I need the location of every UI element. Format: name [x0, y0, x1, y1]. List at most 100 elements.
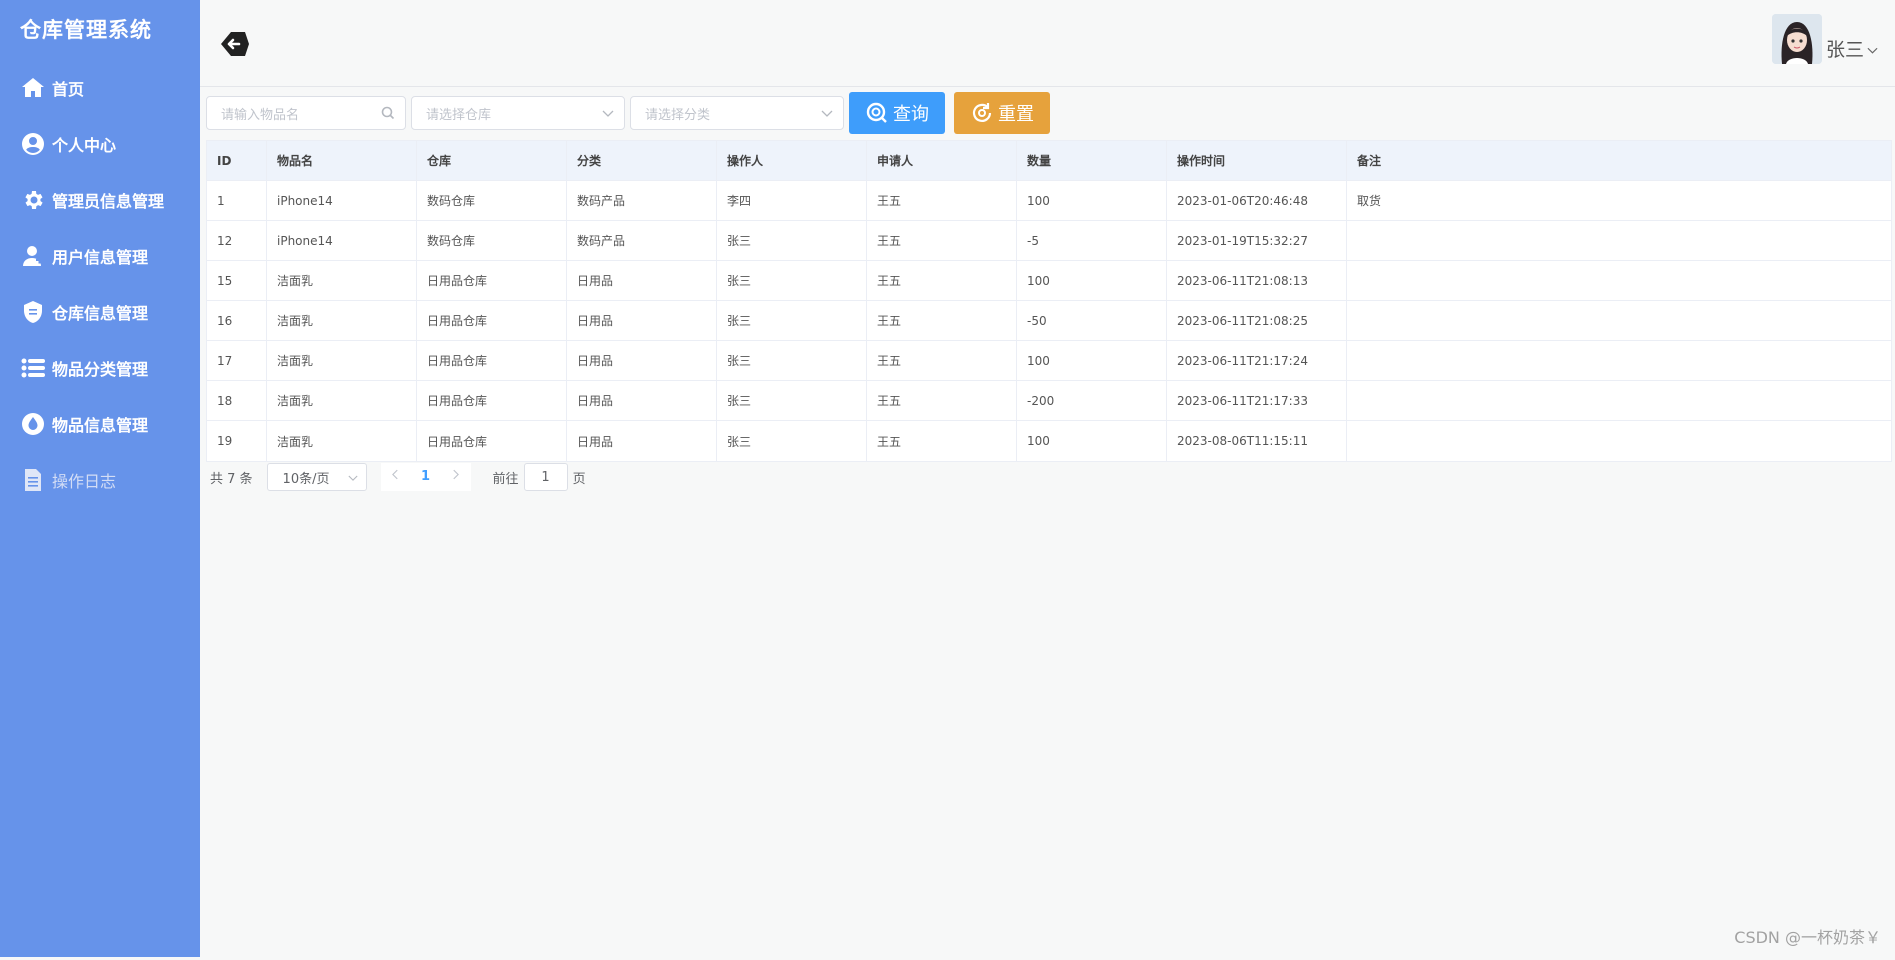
search-icon: [381, 106, 395, 124]
table-row[interactable]: 19 洁面乳 日用品仓库 日用品 张三 王五 100 2023-08-06T11…: [207, 421, 1891, 461]
table-row[interactable]: 15 洁面乳 日用品仓库 日用品 张三 王五 100 2023-06-11T21…: [207, 261, 1891, 301]
refresh-icon: [972, 103, 992, 122]
table-cell: [1347, 341, 1891, 380]
table-cell: 王五: [867, 301, 1017, 340]
next-page-icon[interactable]: [441, 463, 471, 491]
log-table: ID 物品名 仓库 分类 操作人 申请人 数量 操作时间 备注 1 iPhone…: [206, 140, 1892, 462]
table-cell: 王五: [867, 341, 1017, 380]
search-bar: 请输入物品名 请选择仓库 请选择分类 查询 重置: [206, 92, 1050, 134]
goto-page: 前往 1 页: [493, 463, 586, 491]
table-cell: 2023-01-19T15:32:27: [1167, 221, 1347, 260]
sidebar-item-goods[interactable]: 物品信息管理: [0, 396, 200, 452]
shield-icon: [20, 299, 46, 325]
sidebar-item-label: 物品信息管理: [52, 416, 149, 435]
sidebar-item-home[interactable]: 首页: [0, 60, 200, 116]
table-cell: 2023-08-06T11:15:11: [1167, 421, 1347, 461]
column-header[interactable]: 数量: [1017, 141, 1167, 180]
table-row[interactable]: 1 iPhone14 数码仓库 数码产品 李四 王五 100 2023-01-0…: [207, 181, 1891, 221]
total-count: 共 7 条: [210, 471, 253, 487]
table-cell: 数码产品: [567, 181, 717, 220]
table-cell: 日用品: [567, 261, 717, 300]
table-cell: 2023-06-11T21:17:24: [1167, 341, 1347, 380]
table-cell: 16: [207, 301, 267, 340]
table-cell: 张三: [717, 221, 867, 260]
table-cell: 数码仓库: [417, 221, 567, 260]
warehouse-placeholder: 请选择仓库: [426, 107, 492, 123]
table-cell: 张三: [717, 261, 867, 300]
document-icon: [20, 467, 46, 493]
table-cell: 张三: [717, 341, 867, 380]
table-cell: 100: [1017, 181, 1167, 220]
table-cell: iPhone14: [267, 181, 417, 220]
table-cell: 100: [1017, 341, 1167, 380]
table-cell: 2023-06-11T21:17:33: [1167, 381, 1347, 420]
table-cell: 日用品: [567, 301, 717, 340]
table-cell: iPhone14: [267, 221, 417, 260]
table-cell: 洁面乳: [267, 381, 417, 420]
table-row[interactable]: 12 iPhone14 数码仓库 数码产品 张三 王五 -5 2023-01-1…: [207, 221, 1891, 261]
table-cell: 洁面乳: [267, 421, 417, 461]
pagination: 共 7 条 10条/页 1 前往 1 页: [210, 463, 586, 491]
goto-page-input[interactable]: 1: [523, 463, 568, 491]
table-cell: 数码仓库: [417, 181, 567, 220]
column-header[interactable]: ID: [207, 141, 267, 180]
user-circle-icon: [20, 131, 46, 157]
warehouse-select[interactable]: 请选择仓库: [411, 96, 625, 130]
table-row[interactable]: 17 洁面乳 日用品仓库 日用品 张三 王五 100 2023-06-11T21…: [207, 341, 1891, 381]
query-label: 查询: [893, 104, 929, 125]
table-cell: 100: [1017, 421, 1167, 461]
table-cell: 洁面乳: [267, 341, 417, 380]
table-cell: 19: [207, 421, 267, 461]
user-dropdown[interactable]: 张三: [1771, 14, 1878, 64]
table-row[interactable]: 18 洁面乳 日用品仓库 日用品 张三 王五 -200 2023-06-11T2…: [207, 381, 1891, 421]
column-header[interactable]: 操作时间: [1167, 141, 1347, 180]
table-cell: 数码产品: [567, 221, 717, 260]
prev-page-icon[interactable]: [381, 463, 411, 491]
list-icon: [20, 355, 46, 381]
table-cell: [1347, 301, 1891, 340]
category-select[interactable]: 请选择分类: [630, 96, 844, 130]
column-header[interactable]: 分类: [567, 141, 717, 180]
item-name-input[interactable]: 请输入物品名: [206, 96, 406, 130]
column-header[interactable]: 仓库: [417, 141, 567, 180]
sidebar-item-label: 仓库信息管理: [52, 304, 149, 323]
chevron-down-icon: [347, 471, 358, 486]
sidebar-item-category[interactable]: 物品分类管理: [0, 340, 200, 396]
goto-label: 前往: [492, 471, 519, 487]
column-header[interactable]: 申请人: [867, 141, 1017, 180]
back-arrow-icon[interactable]: [219, 28, 251, 60]
column-header[interactable]: 备注: [1347, 141, 1891, 180]
page-number-current[interactable]: 1: [411, 463, 441, 491]
table-cell: [1347, 381, 1891, 420]
table-cell: 张三: [717, 301, 867, 340]
sidebar-item-label: 用户信息管理: [52, 248, 149, 267]
column-header[interactable]: 物品名: [267, 141, 417, 180]
sidebar-item-users[interactable]: 用户信息管理: [0, 228, 200, 284]
sidebar: 仓库管理系统 首页 个人中心 管理员信息管理 用户信息管理 仓库信息管理 物品分…: [0, 0, 200, 957]
table-cell: 日用品仓库: [417, 381, 567, 420]
table-cell: 王五: [867, 261, 1017, 300]
pager: 1: [380, 463, 471, 491]
table-row[interactable]: 16 洁面乳 日用品仓库 日用品 张三 王五 -50 2023-06-11T21…: [207, 301, 1891, 341]
table-cell: 张三: [717, 421, 867, 461]
chevron-down-icon: [602, 106, 614, 122]
column-header[interactable]: 操作人: [717, 141, 867, 180]
reset-button[interactable]: 重置: [954, 92, 1050, 134]
sidebar-item-admin[interactable]: 管理员信息管理: [0, 172, 200, 228]
sidebar-item-profile[interactable]: 个人中心: [0, 116, 200, 172]
table-cell: -50: [1017, 301, 1167, 340]
table-cell: [1347, 221, 1891, 260]
chevron-down-icon: [821, 106, 833, 122]
item-name-placeholder: 请输入物品名: [221, 107, 300, 123]
sidebar-item-warehouse[interactable]: 仓库信息管理: [0, 284, 200, 340]
table-cell: 张三: [717, 381, 867, 420]
table-cell: 2023-06-11T21:08:25: [1167, 301, 1347, 340]
query-button[interactable]: 查询: [849, 92, 945, 134]
page-size-select[interactable]: 10条/页: [266, 463, 367, 491]
sidebar-item-logs[interactable]: 操作日志: [0, 452, 200, 508]
table-header-row: ID 物品名 仓库 分类 操作人 申请人 数量 操作时间 备注: [207, 141, 1891, 181]
table-cell: -5: [1017, 221, 1167, 260]
table-cell: 日用品仓库: [417, 421, 567, 461]
sidebar-item-label: 个人中心: [52, 136, 117, 155]
sidebar-item-label: 操作日志: [52, 472, 117, 491]
